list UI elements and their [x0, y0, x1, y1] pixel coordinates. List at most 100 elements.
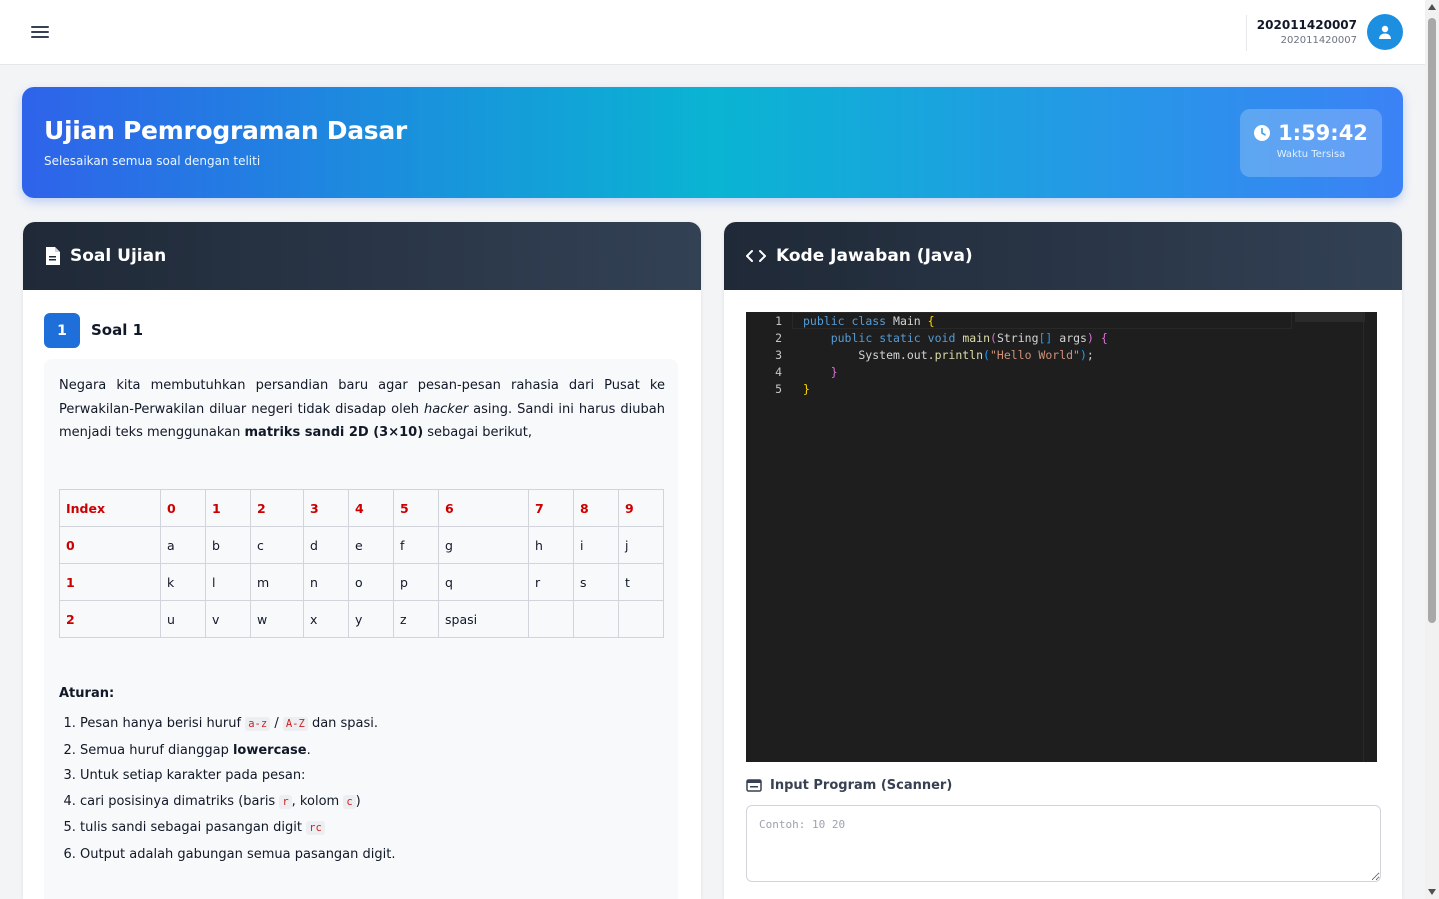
table-header-cell: 0 [160, 489, 206, 527]
rule-code: c [343, 794, 356, 809]
table-row-index: 2 [59, 600, 161, 638]
table-cell: i [573, 526, 619, 564]
table-header-cell: 4 [348, 489, 394, 527]
avatar[interactable] [1367, 14, 1403, 50]
scroll-up-arrow-icon[interactable] [1428, 4, 1436, 10]
page-scrollbar[interactable] [1425, 0, 1439, 899]
rule-text: tulis sandi sebagai pasangan digit [80, 820, 307, 835]
question-text: Negara kita membutuhkan persandian baru … [59, 374, 665, 445]
code-card-title: Kode Jawaban (Java) [776, 246, 973, 266]
table-cell: l [205, 563, 251, 601]
scroll-down-arrow-icon[interactable] [1428, 889, 1436, 895]
countdown-timer: 1:59:42 Waktu Tersisa [1240, 109, 1382, 177]
rules-list: Pesan hanya berisi huruf a-z / A-Z dan s… [59, 711, 395, 867]
table-row: 0 a b c d e f g h i j [59, 526, 664, 564]
code-line: System.out.println("Hello World"); [803, 348, 1094, 362]
table-header-cell: 1 [205, 489, 251, 527]
timer-value: 1:59:42 [1278, 121, 1368, 145]
question-number-badge: 1 [44, 313, 80, 348]
code-line: public static void main(String[] args) { [830, 331, 1108, 345]
editor-minimap[interactable] [1295, 312, 1365, 322]
rule-code: rc [306, 821, 325, 835]
code-editor[interactable]: 1 2 3 4 5 public class Main { public sta… [746, 312, 1377, 762]
table-cell: n [303, 563, 349, 601]
hamburger-icon[interactable] [31, 26, 49, 40]
table-header-cell: 9 [618, 489, 664, 527]
code-card-header: Kode Jawaban (Java) [724, 222, 1402, 290]
question-card-header: Soal Ujian [23, 222, 701, 290]
line-number: 5 [775, 382, 782, 396]
table-cell: h [528, 526, 574, 564]
question-text-italic: hacker [423, 401, 469, 417]
table-header-cell: 3 [303, 489, 349, 527]
table-cell: a [160, 526, 206, 564]
table-cell: spasi [438, 600, 529, 638]
table-header-cell: Index [59, 489, 161, 527]
user-info[interactable]: 202011420007 202011420007 [1245, 15, 1357, 51]
list-item: tulis sandi sebagai pasangan digit rc [80, 815, 395, 842]
exam-subtitle: Selesaikan semua soal dengan teliti [44, 154, 261, 168]
program-input-field[interactable] [746, 805, 1381, 882]
list-item: Output adalah gabungan semua pasangan di… [80, 842, 395, 868]
cipher-matrix-table: Index 0 1 2 3 4 5 6 7 8 9 0 a b c d e f … [59, 489, 664, 638]
table-header-cell: 5 [393, 489, 439, 527]
table-cell [573, 600, 619, 638]
table-row: 2 u v w x y z spasi [59, 600, 664, 638]
line-number: 3 [775, 348, 782, 362]
exam-title: Ujian Pemrograman Dasar [44, 116, 407, 145]
clock-icon [1254, 125, 1271, 141]
rule-code: A-Z [282, 717, 308, 731]
list-item: Semua huruf dianggap lowercase. [80, 738, 395, 764]
rule-text: , kolom [291, 793, 344, 809]
question-card-title: Soal Ujian [70, 246, 167, 266]
table-cell [528, 600, 574, 638]
table-cell: c [250, 526, 304, 564]
table-row-index: 1 [59, 563, 161, 601]
table-header-cell: 6 [438, 489, 529, 527]
rule-text: Pesan hanya berisi huruf [80, 716, 246, 731]
table-cell: t [618, 563, 664, 601]
keyboard-icon [746, 779, 762, 792]
table-cell: j [618, 526, 664, 564]
table-cell: g [438, 526, 529, 564]
table-cell: p [393, 563, 439, 601]
table-cell: m [250, 563, 304, 601]
top-bar: 202011420007 202011420007 [0, 0, 1425, 65]
editor-scrollbar[interactable] [1363, 312, 1377, 762]
table-cell: s [573, 563, 619, 601]
code-card: Kode Jawaban (Java) 1 2 3 4 5 public cla… [724, 222, 1402, 899]
table-cell: q [438, 563, 529, 601]
list-item: cari posisinya dimatriks (baris r, kolom… [80, 789, 395, 816]
rule-text: Semua huruf dianggap [80, 742, 233, 758]
rule-code: a-z [245, 717, 271, 731]
timer-label: Waktu Tersisa [1276, 149, 1346, 160]
table-cell: f [393, 526, 439, 564]
table-cell: b [205, 526, 251, 564]
rule-text: cari posisinya dimatriks (baris [80, 793, 280, 809]
table-cell [618, 600, 664, 638]
question-body: Negara kita membutuhkan persandian baru … [44, 359, 678, 899]
question-text-part: sebagai berikut, [423, 425, 533, 440]
rule-text: . [306, 742, 311, 758]
table-header-row: Index 0 1 2 3 4 5 6 7 8 9 [59, 489, 664, 527]
code-line: } [830, 365, 838, 379]
scrollbar-thumb[interactable] [1428, 18, 1436, 623]
table-header-cell: 2 [250, 489, 304, 527]
exam-banner: Ujian Pemrograman Dasar Selesaikan semua… [22, 87, 1403, 198]
question-card: Soal Ujian 1 Soal 1 Negara kita membutuh… [23, 222, 701, 899]
table-cell: o [348, 563, 394, 601]
table-header-cell: 7 [528, 489, 574, 527]
line-number-gutter: 1 2 3 4 5 [746, 312, 792, 762]
table-cell: x [303, 600, 349, 638]
table-row-index: 0 [59, 526, 161, 564]
document-icon [46, 247, 60, 265]
program-input-label: Input Program (Scanner) [746, 778, 952, 793]
table-cell: u [160, 600, 206, 638]
rule-code: r [279, 794, 292, 809]
table-cell: v [205, 600, 251, 638]
code-icon [746, 250, 766, 262]
user-icon [1379, 25, 1391, 39]
line-number: 1 [775, 314, 782, 328]
code-line: } [803, 382, 810, 396]
rule-text: ) [355, 793, 361, 809]
